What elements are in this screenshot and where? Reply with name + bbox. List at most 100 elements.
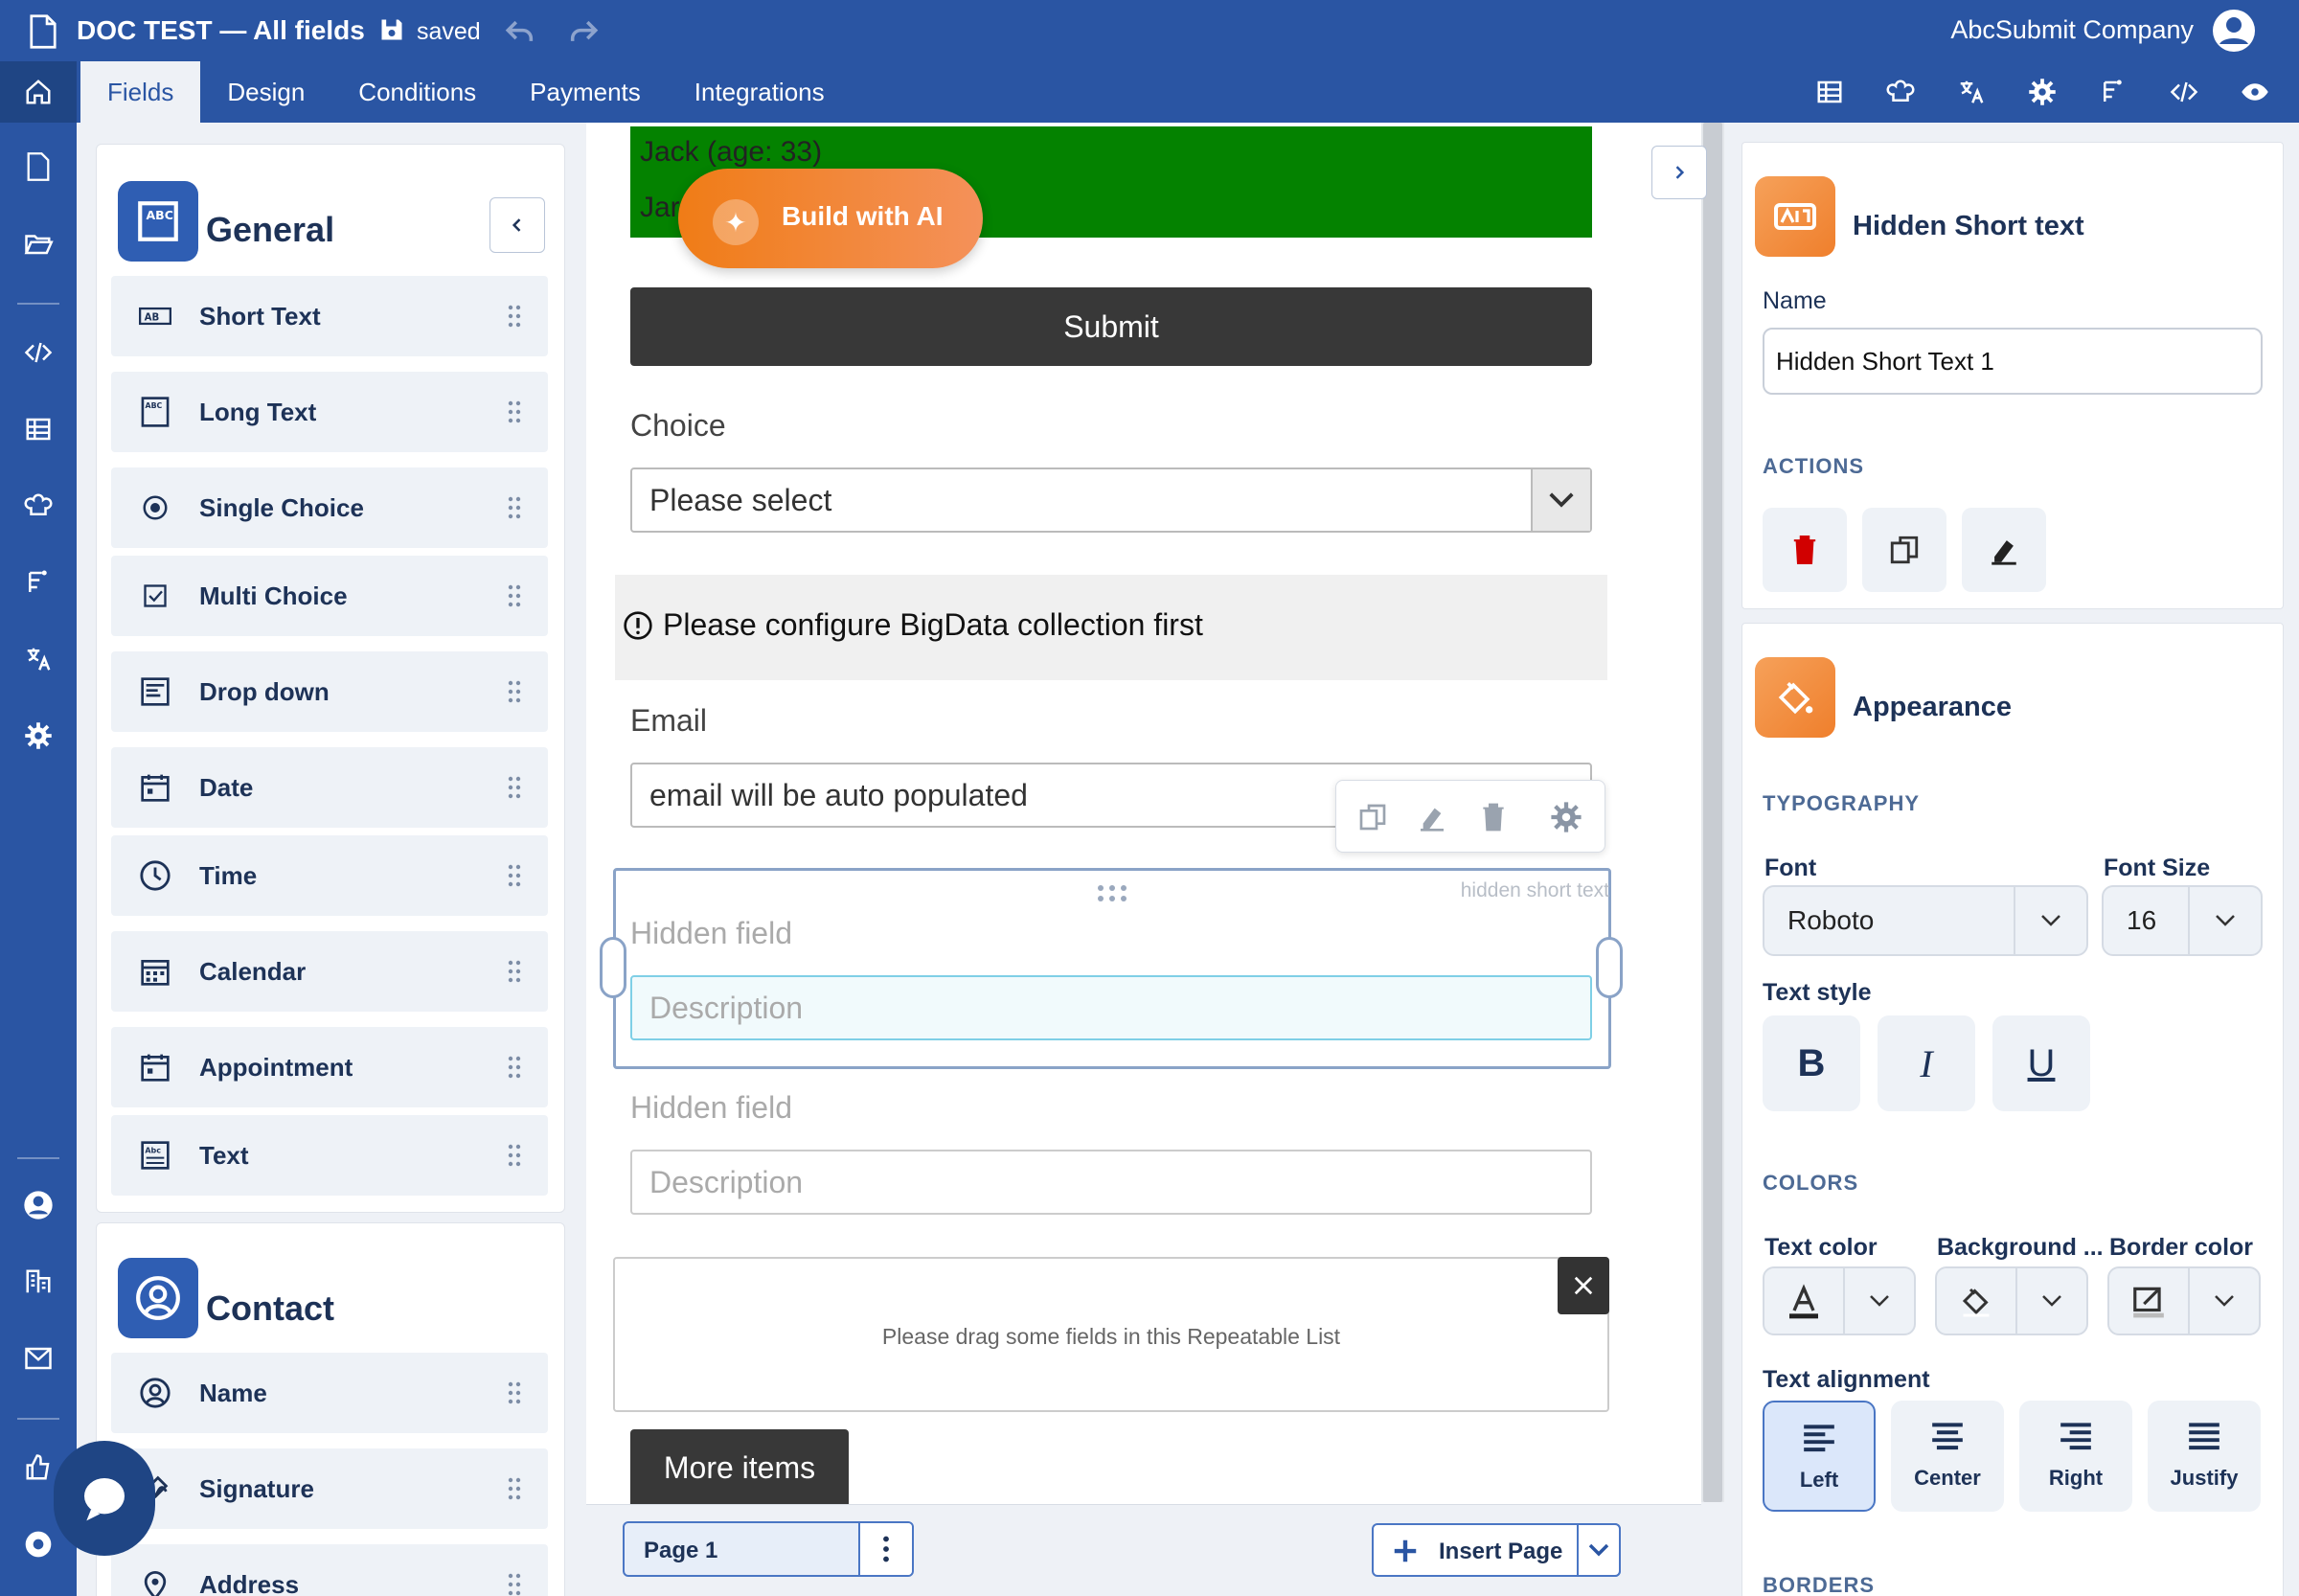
company-name[interactable]: AbcSubmit Company — [1950, 15, 2194, 45]
page-tab[interactable]: Page 1 — [623, 1521, 914, 1577]
document-icon[interactable] — [19, 148, 57, 186]
background-color-picker[interactable] — [1935, 1266, 2088, 1335]
user-avatar-icon[interactable] — [2211, 8, 2257, 54]
underline-button[interactable]: U — [1992, 1015, 2090, 1111]
font-size-select[interactable]: 16 — [2102, 885, 2263, 956]
gear-icon[interactable] — [1549, 800, 1583, 834]
tab-conditions[interactable]: Conditions — [331, 61, 503, 123]
drag-grip-icon[interactable] — [508, 680, 521, 703]
tab-integrations[interactable]: Integrations — [668, 61, 852, 123]
flow-icon[interactable] — [19, 563, 57, 602]
align-justify-button[interactable]: Justify — [2148, 1401, 2261, 1512]
chat-button[interactable] — [54, 1441, 155, 1556]
folder-open-icon[interactable] — [19, 224, 57, 262]
paint-bucket-icon — [1937, 1268, 2017, 1334]
drag-handle-icon[interactable] — [1096, 883, 1128, 904]
drag-grip-icon[interactable] — [508, 776, 521, 799]
gear-icon[interactable] — [2023, 73, 2061, 111]
translate-icon[interactable] — [19, 640, 57, 678]
flow-icon[interactable] — [2094, 73, 2132, 111]
duplicate-field-button[interactable] — [1862, 508, 1946, 592]
align-center-button[interactable]: Center — [1891, 1401, 2004, 1512]
eye-icon[interactable] — [2236, 73, 2274, 111]
palette-item-single-choice[interactable]: Single Choice — [111, 467, 548, 548]
hidden-field-input[interactable]: Description — [630, 1150, 1592, 1215]
drag-grip-icon[interactable] — [508, 1477, 521, 1500]
undo-icon[interactable] — [504, 15, 536, 48]
italic-button[interactable]: I — [1878, 1015, 1975, 1111]
palette-item-signature[interactable]: Signature — [111, 1448, 548, 1529]
palette-item-long-text[interactable]: ABC Long Text — [111, 372, 548, 452]
name-input[interactable]: Hidden Short Text 1 — [1763, 328, 2263, 395]
canvas-scrollbar[interactable] — [1701, 123, 1724, 1502]
palette-item-drop-down[interactable]: Drop down — [111, 651, 548, 732]
build-with-ai-button[interactable]: ✦ Build with AI — [678, 169, 983, 268]
code-icon[interactable] — [2165, 73, 2203, 111]
drag-grip-icon[interactable] — [508, 1056, 521, 1079]
home-button[interactable] — [0, 61, 77, 123]
drag-grip-icon[interactable] — [508, 584, 521, 607]
palette-item-address[interactable]: Address — [111, 1544, 548, 1596]
hidden-field-input[interactable]: Description — [630, 975, 1592, 1040]
table-icon[interactable] — [1810, 73, 1849, 111]
text-color-picker[interactable] — [1763, 1266, 1916, 1335]
document-title[interactable]: DOC TEST — All fields — [77, 15, 365, 46]
expand-properties-button[interactable] — [1651, 146, 1707, 199]
gear-icon[interactable] — [19, 717, 57, 755]
thumb-up-icon[interactable] — [19, 1448, 57, 1487]
code-icon[interactable] — [19, 333, 57, 372]
collapse-palette-button[interactable] — [489, 197, 545, 253]
clear-field-button[interactable] — [1962, 508, 2046, 592]
palette-item-name[interactable]: Name — [111, 1353, 548, 1433]
duplicate-icon[interactable] — [1355, 800, 1390, 834]
palette-item-text[interactable]: Abc Text — [111, 1115, 548, 1196]
palette-item-label: Address — [199, 1569, 300, 1596]
align-justify-label: Justify — [2170, 1466, 2239, 1490]
palette-item-appointment[interactable]: Appointment — [111, 1027, 548, 1107]
chevron-down-icon[interactable] — [1531, 469, 1590, 531]
border-color-picker[interactable] — [2107, 1266, 2261, 1335]
submit-button[interactable]: Submit — [630, 287, 1592, 366]
chevron-down-icon[interactable] — [1577, 1523, 1621, 1577]
trash-icon[interactable] — [1476, 800, 1511, 834]
drag-grip-icon[interactable] — [508, 400, 521, 423]
tab-fields[interactable]: Fields — [80, 61, 201, 123]
tab-design[interactable]: Design — [200, 61, 331, 123]
drag-grip-icon[interactable] — [508, 496, 521, 519]
resize-handle-right[interactable] — [1596, 937, 1623, 998]
tab-payments[interactable]: Payments — [503, 61, 668, 123]
chef-hat-icon[interactable] — [19, 487, 57, 525]
mail-icon[interactable] — [19, 1339, 57, 1378]
repeatable-list[interactable]: Please drag some fields in this Repeatab… — [613, 1257, 1609, 1412]
palette-item-short-text[interactable]: AB Short Text — [111, 276, 548, 356]
save-status: saved — [417, 18, 481, 45]
kebab-icon[interactable] — [858, 1523, 912, 1575]
resize-handle-left[interactable] — [600, 937, 626, 998]
close-icon[interactable] — [1558, 1257, 1609, 1314]
eraser-icon[interactable] — [1415, 800, 1449, 834]
drag-grip-icon[interactable] — [508, 1573, 521, 1596]
drag-grip-icon[interactable] — [508, 1144, 521, 1167]
redo-icon[interactable] — [567, 15, 600, 48]
drag-grip-icon[interactable] — [508, 1381, 521, 1404]
user-circle-icon[interactable] — [19, 1186, 57, 1224]
delete-field-button[interactable] — [1763, 508, 1847, 592]
lifebuoy-icon[interactable] — [19, 1525, 57, 1563]
align-right-button[interactable]: Right — [2019, 1401, 2132, 1512]
chef-hat-icon[interactable] — [1881, 73, 1920, 111]
translate-icon[interactable] — [1952, 73, 1991, 111]
palette-item-multi-choice[interactable]: Multi Choice — [111, 556, 548, 636]
palette-item-time[interactable]: Time — [111, 835, 548, 916]
more-items-button[interactable]: More items — [630, 1429, 849, 1506]
choice-select[interactable]: Please select — [630, 467, 1592, 533]
palette-item-date[interactable]: Date — [111, 747, 548, 828]
font-select[interactable]: Roboto — [1763, 885, 2088, 956]
drag-grip-icon[interactable] — [508, 960, 521, 983]
drag-grip-icon[interactable] — [508, 864, 521, 887]
align-left-button[interactable]: Left — [1763, 1401, 1876, 1512]
building-icon[interactable] — [19, 1263, 57, 1301]
bold-button[interactable]: B — [1763, 1015, 1860, 1111]
table-icon[interactable] — [19, 410, 57, 448]
drag-grip-icon[interactable] — [508, 305, 521, 328]
palette-item-calendar[interactable]: Calendar — [111, 931, 548, 1012]
